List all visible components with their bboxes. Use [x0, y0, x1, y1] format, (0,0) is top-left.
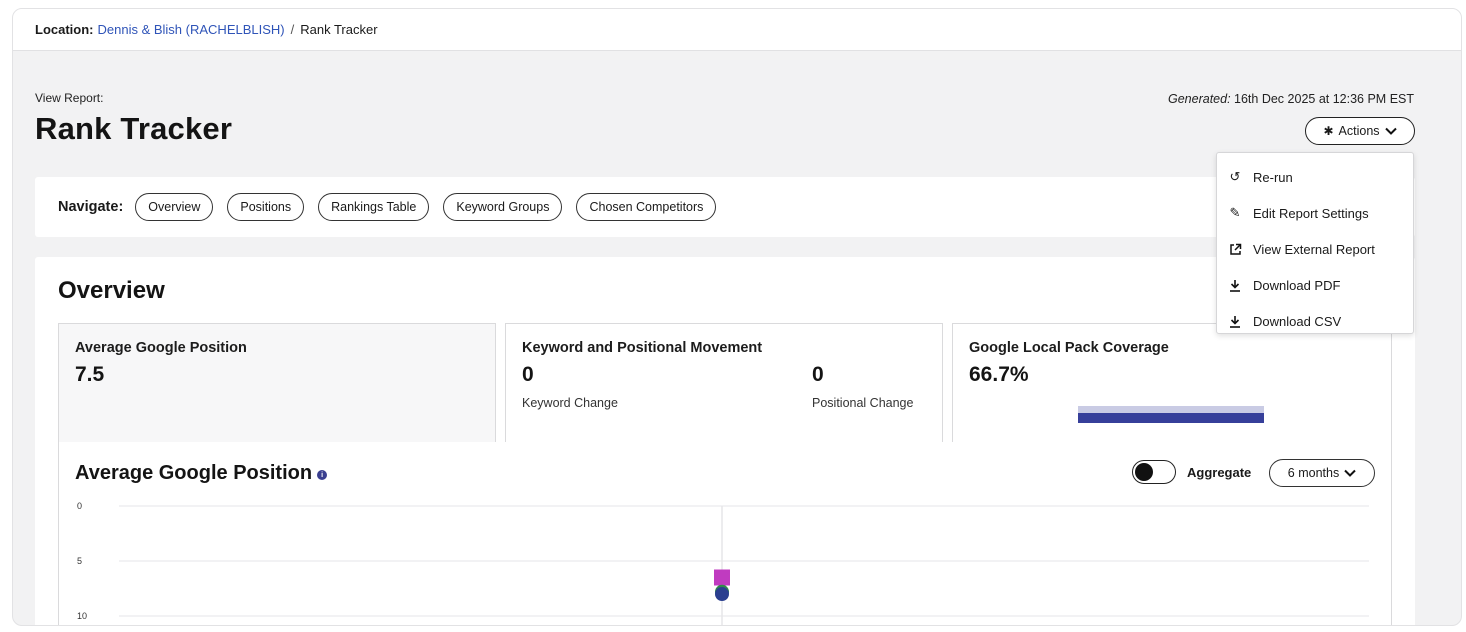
menu-item-view-external[interactable]: View External Report [1217, 231, 1413, 267]
overview-section: Overview Average Google Position 7.5 Key… [35, 257, 1415, 625]
menu-item-label: View External Report [1253, 241, 1375, 257]
nav-overview[interactable]: Overview [135, 193, 214, 221]
nav-rankings-table[interactable]: Rankings Table [318, 193, 430, 221]
menu-item-label: Download PDF [1253, 277, 1341, 293]
actions-label: Actions [1338, 124, 1380, 138]
chart-title: Average Google Position i [75, 462, 328, 485]
breadcrumb-current: Rank Tracker [300, 22, 378, 37]
keyword-change-label: Keyword Change [522, 396, 618, 410]
movement-card[interactable]: Keyword and Positional Movement 0 Keywor… [505, 323, 943, 443]
overview-title: Overview [58, 277, 165, 304]
time-range-label: 6 months [1287, 466, 1340, 480]
aggregate-label: Aggregate [1187, 465, 1252, 480]
menu-item-label: Edit Report Settings [1253, 205, 1369, 221]
local-pack-card[interactable]: Google Local Pack Coverage 66.7% [952, 323, 1392, 443]
actions-button[interactable]: ✱ Actions [1305, 117, 1415, 145]
avg-position-chart-panel: Average Google Position i Aggregate 6 mo… [58, 442, 1392, 625]
stat-value: 66.7% [969, 363, 1029, 386]
info-icon[interactable]: i [317, 470, 328, 480]
toggle-knob [1135, 463, 1153, 481]
breadcrumb: Location: Dennis & Blish (RACHELBLISH) /… [13, 9, 1461, 51]
download-icon [1227, 315, 1243, 328]
stat-title: Keyword and Positional Movement [522, 340, 763, 356]
stat-title: Average Google Position [75, 340, 247, 356]
positional-change-label: Positional Change [812, 396, 914, 410]
menu-item-label: Download CSV [1253, 313, 1342, 329]
positional-change-value: 0 [812, 363, 824, 386]
generated-label: Generated: [1168, 92, 1231, 106]
chart-title-text: Average Google Position [75, 462, 313, 484]
y-tick-label: 5 [77, 556, 82, 566]
download-icon [1227, 279, 1243, 292]
coverage-bar-fill [1078, 413, 1264, 423]
menu-item-rerun[interactable]: ↺ Re-run [1217, 159, 1413, 195]
time-range-select[interactable]: 6 months [1269, 459, 1375, 487]
menu-item-edit-settings[interactable]: ✎ Edit Report Settings [1217, 195, 1413, 231]
chevron-down-icon [1384, 127, 1397, 135]
data-point[interactable] [715, 587, 729, 601]
breadcrumb-separator: / [290, 22, 295, 37]
navigate-label: Navigate: [58, 199, 124, 215]
location-link[interactable]: Dennis & Blish (RACHELBLISH) [98, 22, 285, 37]
gear-icon: ✱ [1323, 124, 1334, 138]
menu-item-download-pdf[interactable]: Download PDF [1217, 267, 1413, 303]
avg-position-chart: 0 5 10 [77, 501, 1369, 625]
generated-timestamp: Generated: 16th Dec 2025 at 12:36 PM EST [1168, 92, 1414, 106]
navigate-bar: Navigate: Overview Positions Rankings Ta… [35, 177, 1415, 237]
menu-item-label: Re-run [1253, 169, 1293, 185]
nav-chosen-competitors[interactable]: Chosen Competitors [576, 193, 717, 221]
location-label: Location: [35, 22, 94, 37]
y-tick-label: 10 [77, 611, 87, 621]
y-tick-label: 0 [77, 501, 82, 511]
actions-menu: ↺ Re-run ✎ Edit Report Settings View Ext… [1216, 152, 1414, 334]
page-title: Rank Tracker [35, 111, 233, 146]
nav-positions[interactable]: Positions [227, 193, 305, 221]
external-link-icon [1227, 243, 1243, 256]
chevron-down-icon [1344, 469, 1356, 477]
data-point[interactable] [714, 569, 730, 586]
generated-value: 16th Dec 2025 at 12:36 PM EST [1234, 92, 1414, 106]
rerun-icon: ↺ [1229, 169, 1241, 184]
pencil-icon: ✎ [1229, 205, 1241, 220]
keyword-change-value: 0 [522, 363, 534, 386]
nav-keyword-groups[interactable]: Keyword Groups [443, 193, 563, 221]
menu-item-download-csv[interactable]: Download CSV [1217, 303, 1413, 339]
aggregate-toggle[interactable] [1132, 460, 1176, 484]
stat-value: 7.5 [75, 363, 105, 386]
view-report-label: View Report: [35, 91, 104, 105]
app-frame: Location: Dennis & Blish (RACHELBLISH) /… [12, 8, 1462, 626]
stat-title: Google Local Pack Coverage [969, 340, 1169, 356]
